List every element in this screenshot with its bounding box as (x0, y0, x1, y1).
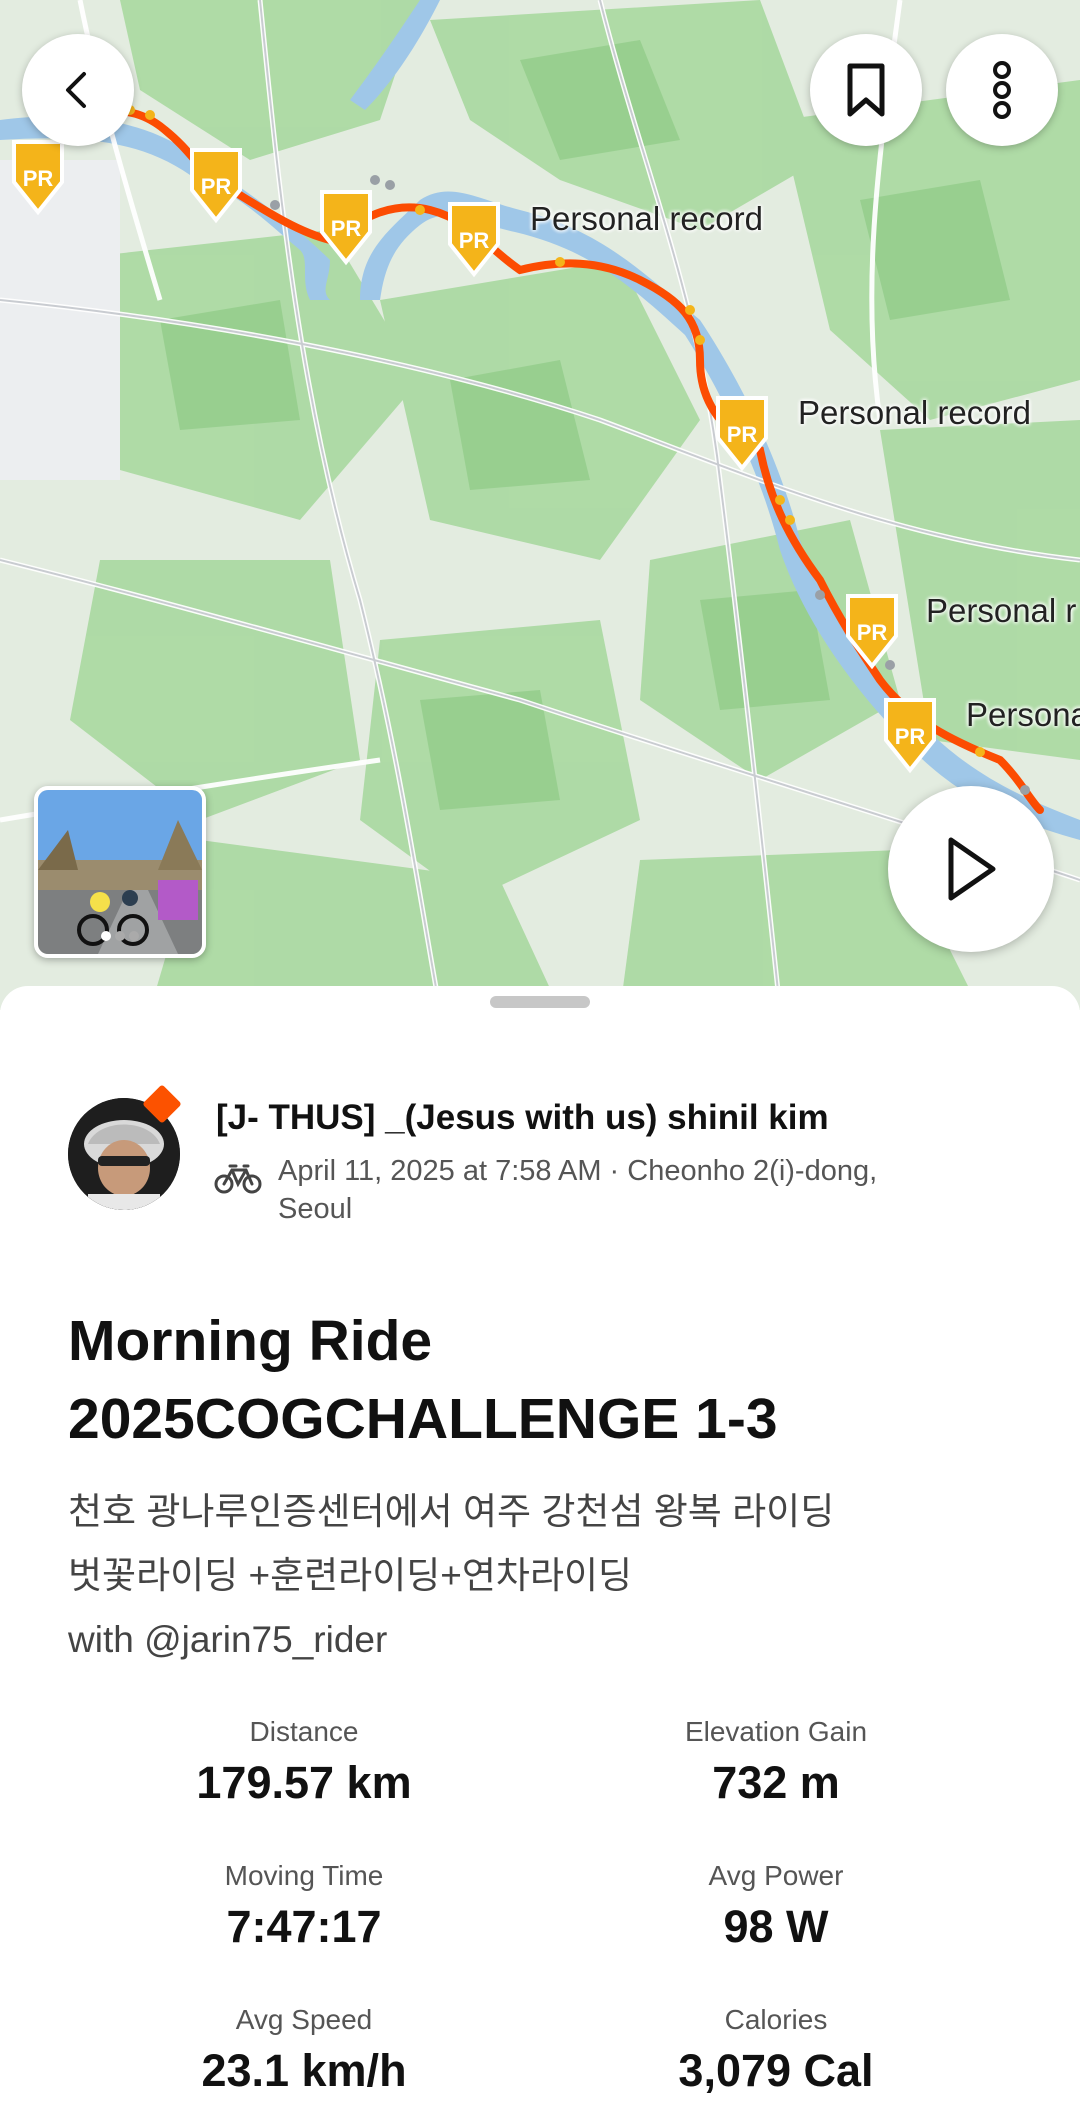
back-button[interactable] (22, 34, 134, 146)
stat-value: 98 W (723, 1901, 829, 1952)
more-vertical-icon (993, 61, 1011, 119)
stat-avg-power: Avg Power 98 W (576, 1858, 976, 1956)
date-location-line: April 11, 2025 at 7:58 AM · Cheonho 2(i)… (278, 1155, 878, 1187)
bike-icon (214, 1164, 262, 1194)
svg-text:PR: PR (331, 216, 362, 241)
stat-label: Avg Speed (235, 2004, 373, 2035)
activity-date-location: April 11, 2025 at 7:58 AM · Cheonho 2(i)… (278, 1152, 918, 1228)
svg-text:PR: PR (23, 166, 54, 191)
stat-avg-speed: Avg Speed 23.1 km/h (104, 2002, 504, 2100)
stat-value: 3,079 Cal (678, 2045, 874, 2096)
pr-label: Personal r (926, 592, 1077, 629)
stat-distance: Distance 179.57 km (104, 1714, 504, 1812)
pr-marker[interactable]: PR (184, 146, 248, 224)
bookmark-button[interactable] (810, 34, 922, 146)
pr-marker[interactable]: PR (442, 200, 506, 278)
svg-text:PR: PR (201, 174, 232, 199)
stat-label: Distance (249, 1716, 359, 1747)
pr-marker[interactable]: PR (840, 592, 904, 670)
stat-label: Moving Time (224, 1860, 384, 1891)
pr-label: Persona (966, 696, 1080, 733)
stat-calories: Calories 3,079 Cal (576, 2002, 976, 2100)
route-map[interactable]: PR PR PR PR PR PR PR Personal record Per… (0, 0, 1080, 1010)
svg-text:PR: PR (727, 422, 758, 447)
pr-marker[interactable]: PR (6, 138, 70, 216)
title-line: Morning Ride (68, 1309, 433, 1373)
stat-value: 732 m (712, 1757, 840, 1808)
activity-title: Morning Ride 2025COGCHALLENGE 1-3 (68, 1302, 1008, 1458)
stat-elevation-gain: Elevation Gain 732 m (576, 1714, 976, 1812)
stat-value: 179.57 km (196, 1757, 412, 1808)
pr-label: Personal record (798, 394, 1031, 431)
svg-text:PR: PR (459, 228, 490, 253)
svg-text:PR: PR (857, 620, 888, 645)
svg-text:PR: PR (895, 724, 926, 749)
bookmark-icon (847, 63, 885, 117)
sheet-drag-handle[interactable] (490, 996, 590, 1008)
pr-label: Personal record (530, 200, 763, 237)
description-line[interactable]: with @jarin75_rider (68, 1608, 1028, 1672)
title-line: 2025COGCHALLENGE 1-3 (68, 1387, 778, 1451)
more-button[interactable] (946, 34, 1058, 146)
activity-details-sheet[interactable]: [J- THUS] _(Jesus with us) shinil kim Ap… (0, 986, 1080, 2128)
activity-description: 천호 광나루인증센터에서 여주 강천섬 왕복 라이딩 벗꽃라이딩 +훈련라이딩+… (68, 1480, 1028, 1672)
stat-value: 23.1 km/h (201, 2045, 407, 2096)
stat-label: Calories (724, 2004, 828, 2035)
activity-photo-thumbnail[interactable] (34, 786, 206, 958)
description-line: 벗꽃라이딩 +훈련라이딩+연차라이딩 (68, 1555, 633, 1596)
pr-marker[interactable]: PR (710, 394, 774, 472)
play-flyover-button[interactable] (888, 786, 1054, 952)
description-line: 천호 광나루인증센터에서 여주 강천섬 왕복 라이딩 (68, 1491, 835, 1532)
stat-label: Avg Power (708, 1860, 844, 1891)
chevron-left-icon (66, 72, 86, 108)
stat-value: 7:47:17 (226, 1901, 382, 1952)
stat-moving-time: Moving Time 7:47:17 (104, 1858, 504, 1956)
stat-label: Elevation Gain (684, 1716, 868, 1747)
ride-photo (38, 790, 202, 954)
pr-marker[interactable]: PR (314, 188, 378, 266)
athlete-name[interactable]: [J- THUS] _(Jesus with us) shinil kim (216, 1098, 829, 1138)
play-icon (948, 837, 996, 901)
date-location-line: Seoul (278, 1193, 353, 1225)
pr-marker[interactable]: PR (878, 696, 942, 774)
